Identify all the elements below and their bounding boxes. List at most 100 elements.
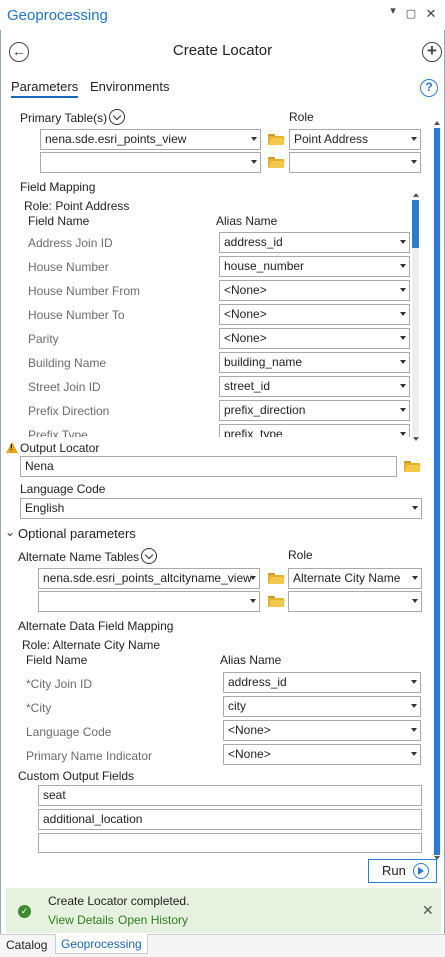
folder-icon[interactable] bbox=[404, 460, 421, 472]
field-mapping-row: Address Join ID address_id bbox=[0, 230, 412, 254]
scroll-down-icon[interactable] bbox=[413, 437, 419, 441]
field-mapping-row: House Number To <None> bbox=[0, 302, 412, 326]
field-mapping-row: Prefix Type prefix_type bbox=[0, 422, 412, 437]
main-scrollbar[interactable] bbox=[433, 128, 441, 855]
chevron-down-icon[interactable] bbox=[141, 548, 157, 564]
alternate-role-dropdown-empty[interactable] bbox=[288, 591, 422, 612]
field-mapping-row: *City city bbox=[0, 695, 430, 719]
folder-icon[interactable] bbox=[268, 156, 285, 168]
dropdown-arrow-icon bbox=[411, 160, 417, 164]
alias-dropdown[interactable]: <None> bbox=[223, 744, 421, 765]
alternate-role-label: Role bbox=[288, 548, 313, 562]
success-check-icon: ✓ bbox=[18, 905, 31, 918]
warning-icon: ! bbox=[6, 442, 18, 453]
help-icon[interactable]: ? bbox=[420, 79, 438, 97]
alternate-table-dropdown-empty[interactable] bbox=[38, 591, 260, 612]
primary-tables-label: Primary Table(s) bbox=[20, 111, 108, 125]
status-message: Create Locator completed. bbox=[48, 894, 190, 908]
field-mapping-row: Language Code <None> bbox=[0, 719, 430, 743]
field-mapping-row: House Number From <None> bbox=[0, 278, 412, 302]
alias-dropdown[interactable]: address_id bbox=[223, 672, 421, 693]
play-icon bbox=[413, 863, 429, 879]
alias-dropdown[interactable]: <None> bbox=[223, 720, 421, 741]
field-mapping-row: Building Name building_name bbox=[0, 350, 412, 374]
role-label: Role bbox=[289, 110, 314, 124]
alternate-name-tables-label: Alternate Name Tables bbox=[18, 550, 140, 564]
folder-icon[interactable] bbox=[268, 133, 285, 145]
language-code-label: Language Code bbox=[20, 482, 106, 496]
tab-geoprocessing[interactable]: Geoprocessing bbox=[55, 934, 148, 954]
dropdown-arrow-icon bbox=[251, 137, 257, 141]
pane-title: Geoprocessing bbox=[7, 7, 108, 24]
maximize-icon[interactable]: ▢ bbox=[404, 8, 418, 20]
custom-output-fields-label: Custom Output Fields bbox=[18, 769, 135, 783]
custom-field-input[interactable]: seat bbox=[38, 785, 422, 806]
dropdown-arrow-icon bbox=[251, 160, 257, 164]
field-mapping-list: Address Join ID address_id House Number … bbox=[0, 230, 412, 437]
view-details-link[interactable]: View Details bbox=[48, 913, 114, 927]
alias-dropdown[interactable]: <None> bbox=[219, 280, 410, 301]
alias-dropdown[interactable]: <None> bbox=[219, 328, 410, 349]
alias-dropdown[interactable]: <None> bbox=[219, 304, 410, 325]
folder-icon[interactable] bbox=[268, 572, 285, 584]
field-mapping-row: Parity <None> bbox=[0, 326, 412, 350]
alias-dropdown[interactable]: street_id bbox=[219, 376, 410, 397]
tab-parameters[interactable]: Parameters bbox=[11, 79, 79, 98]
alternate-table-dropdown[interactable]: nena.sde.esri_points_altcityname_view bbox=[38, 568, 260, 589]
primary-role-dropdown-empty[interactable] bbox=[289, 152, 421, 173]
bottom-tab-strip: Catalog Geoprocessing bbox=[0, 934, 445, 957]
custom-field-input-empty[interactable] bbox=[38, 833, 422, 853]
run-button-label: Run bbox=[382, 863, 406, 878]
primary-role-dropdown[interactable]: Point Address bbox=[289, 129, 421, 150]
main-scrollbar-thumb[interactable] bbox=[434, 128, 440, 855]
alternate-mapping-list: *City Join ID address_id *City city Lang… bbox=[0, 671, 430, 767]
field-mapping-row: Street Join ID street_id bbox=[0, 374, 412, 398]
close-icon[interactable]: ✕ bbox=[422, 902, 434, 919]
field-mapping-row: Primary Name Indicator <None> bbox=[0, 743, 430, 767]
language-code-dropdown[interactable]: English bbox=[20, 498, 422, 519]
field-mapping-row: Prefix Direction prefix_direction bbox=[0, 398, 412, 422]
chevron-down-icon[interactable] bbox=[109, 109, 125, 125]
folder-icon[interactable] bbox=[268, 595, 285, 607]
alias-dropdown[interactable]: city bbox=[223, 696, 421, 717]
primary-table-dropdown-empty[interactable] bbox=[40, 152, 261, 173]
alias-dropdown[interactable]: prefix_direction bbox=[219, 400, 410, 421]
scroll-up-icon[interactable] bbox=[434, 121, 440, 125]
primary-table-value: nena.sde.esri_points_view bbox=[45, 132, 187, 146]
field-name-header: Field Name bbox=[26, 653, 88, 667]
open-history-link[interactable]: Open History bbox=[118, 913, 188, 927]
tool-title: Create Locator bbox=[172, 42, 273, 59]
output-locator-label: Output Locator bbox=[20, 441, 100, 455]
custom-field-input[interactable]: additional_location bbox=[38, 809, 422, 830]
status-message-bar: ✓ Create Locator completed. View Details… bbox=[6, 888, 441, 933]
scroll-up-icon[interactable] bbox=[413, 193, 419, 197]
field-name-header: Field Name bbox=[28, 214, 90, 228]
field-mapping-row: *City Join ID address_id bbox=[0, 671, 430, 695]
primary-table-dropdown[interactable]: nena.sde.esri_points_view bbox=[40, 129, 261, 150]
tab-catalog[interactable]: Catalog bbox=[6, 938, 47, 952]
optional-parameters-header[interactable]: Optional parameters bbox=[18, 526, 136, 541]
alternate-mapping-label: Alternate Data Field Mapping bbox=[18, 619, 174, 633]
dropdown-arrow-icon bbox=[411, 137, 417, 141]
alias-name-header: Alias Name bbox=[216, 214, 278, 228]
role-caption: Role: Point Address bbox=[24, 199, 130, 213]
add-icon[interactable]: + bbox=[422, 42, 442, 62]
primary-role-value: Point Address bbox=[294, 132, 369, 146]
field-mapping-scrollbar[interactable] bbox=[412, 200, 419, 436]
alias-dropdown[interactable]: house_number bbox=[219, 256, 410, 277]
chevron-down-icon[interactable]: ⌄ bbox=[5, 525, 15, 539]
pane-titlebar: Geoprocessing ▾ ▢ ✕ bbox=[0, 0, 445, 30]
tab-environments[interactable]: Environments bbox=[90, 79, 169, 94]
alternate-role-caption: Role: Alternate City Name bbox=[22, 638, 161, 652]
field-mapping-scrollbar-thumb[interactable] bbox=[412, 200, 419, 248]
alias-dropdown[interactable]: prefix_type bbox=[219, 424, 410, 437]
alias-dropdown[interactable]: building_name bbox=[219, 352, 410, 373]
alternate-role-dropdown[interactable]: Alternate City Name bbox=[288, 568, 422, 589]
field-mapping-label: Field Mapping bbox=[20, 180, 96, 194]
run-button[interactable]: Run bbox=[368, 859, 437, 883]
close-icon[interactable]: ✕ bbox=[424, 7, 438, 20]
chevron-down-icon[interactable]: ▾ bbox=[386, 5, 400, 17]
field-mapping-row: House Number house_number bbox=[0, 254, 412, 278]
output-locator-input[interactable]: Nena bbox=[20, 456, 397, 477]
alias-dropdown[interactable]: address_id bbox=[219, 232, 410, 253]
